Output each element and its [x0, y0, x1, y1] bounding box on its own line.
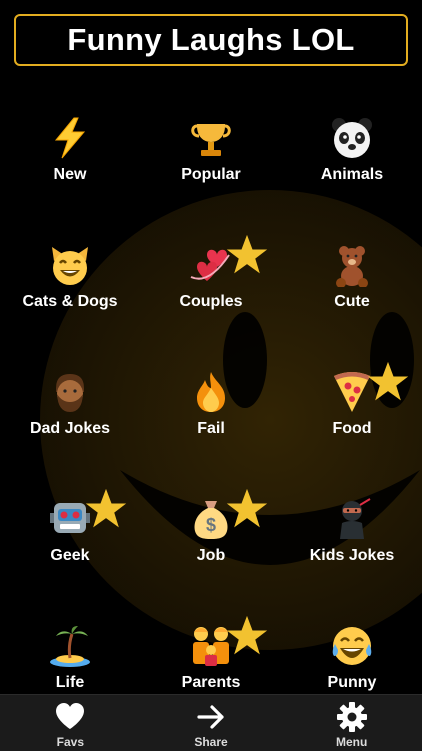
category-label: Geek — [50, 547, 90, 564]
tab-share[interactable]: Share — [141, 695, 282, 751]
category-cats-dogs[interactable]: Cats & Dogs — [0, 227, 140, 337]
bottom-tab-bar: Favs Share Menu — [0, 694, 422, 751]
family-icon — [189, 615, 268, 668]
tab-label: Favs — [56, 735, 85, 749]
category-label: Job — [196, 547, 226, 564]
arrow-right-icon — [197, 705, 224, 729]
category-label: Dad Jokes — [29, 420, 111, 437]
smiling-cat-icon — [48, 243, 92, 287]
svg-text:$: $ — [206, 515, 216, 535]
bearded-man-icon — [48, 370, 92, 414]
category-label: Animals — [320, 166, 384, 183]
category-label: Life — [55, 674, 85, 691]
star-icon — [85, 488, 127, 528]
category-geek[interactable]: Geek — [0, 481, 140, 591]
category-label: Punny — [327, 674, 377, 691]
pizza-icon — [330, 361, 409, 414]
tab-label: Share — [194, 735, 228, 749]
category-label: Popular — [181, 166, 241, 183]
category-label: New — [53, 166, 87, 183]
category-kids-jokes[interactable]: Kids Jokes — [282, 481, 422, 591]
star-icon — [367, 361, 409, 401]
ninja-icon — [330, 497, 374, 541]
star-icon — [226, 234, 268, 274]
star-icon — [226, 615, 268, 655]
panda-icon — [330, 116, 374, 160]
app-title: Funny Laughs LOL — [67, 22, 355, 57]
app-title-bar: Funny Laughs LOL — [14, 14, 408, 66]
category-label: Cats & Dogs — [22, 293, 118, 310]
trophy-icon — [189, 116, 233, 160]
gear-icon — [336, 702, 367, 732]
money-bag-icon: $ — [189, 488, 268, 541]
category-label: Cute — [334, 293, 370, 310]
island-icon — [48, 624, 92, 668]
teddy-bear-icon — [330, 243, 374, 287]
category-couples[interactable]: Couples — [141, 227, 281, 337]
category-animals[interactable]: Animals — [282, 100, 422, 210]
category-fail[interactable]: Fail — [141, 354, 281, 464]
tab-label: Menu — [336, 735, 368, 749]
heart-icon — [56, 703, 85, 729]
category-popular[interactable]: Popular — [141, 100, 281, 210]
hearts-icon — [189, 234, 268, 287]
category-label: Kids Jokes — [309, 547, 395, 564]
category-new[interactable]: New — [0, 100, 140, 210]
tab-menu[interactable]: Menu — [281, 695, 422, 751]
category-dad-jokes[interactable]: Dad Jokes — [0, 354, 140, 464]
category-label: Parents — [181, 674, 241, 691]
category-cute[interactable]: Cute — [282, 227, 422, 337]
category-job[interactable]: $ Job — [141, 481, 281, 591]
category-label: Fail — [197, 420, 225, 437]
category-label: Couples — [179, 293, 243, 310]
robot-icon — [48, 488, 127, 541]
category-food[interactable]: Food — [282, 354, 422, 464]
fire-icon — [189, 370, 233, 414]
lightning-icon — [48, 116, 92, 160]
star-icon — [226, 488, 268, 528]
category-label: Food — [332, 420, 372, 437]
tears-of-joy-icon — [330, 624, 374, 668]
tab-favs[interactable]: Favs — [0, 695, 141, 751]
